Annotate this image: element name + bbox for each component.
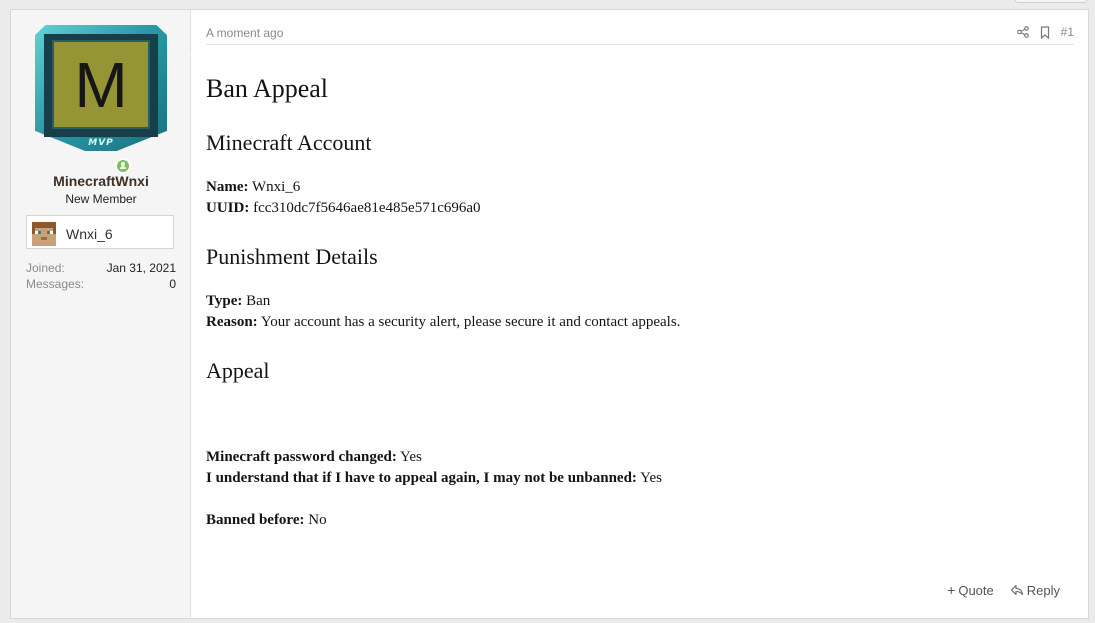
username[interactable]: MinecraftWnxi xyxy=(11,173,191,189)
post-container: M MVP MinecraftWnxi New Member Wnxi_6 Jo… xyxy=(10,9,1089,619)
minecraft-name: Wnxi_6 xyxy=(66,226,113,242)
type-line: Type: Ban xyxy=(206,293,271,309)
post-actions: + Quote Reply xyxy=(947,582,1060,598)
avatar[interactable]: M MVP xyxy=(35,25,167,174)
quote-button[interactable]: + Quote xyxy=(947,582,994,598)
rank-badge: MVP xyxy=(88,138,114,148)
password-line: Minecraft password changed: Yes xyxy=(206,449,422,465)
avatar-letter: M xyxy=(52,40,150,129)
section-punishment-details: Punishment Details xyxy=(206,244,378,269)
reason-line: Reason: Your account has a security aler… xyxy=(206,314,681,330)
user-sidebar: M MVP MinecraftWnxi New Member Wnxi_6 Jo… xyxy=(11,10,191,618)
post-meta: A moment ago #1 xyxy=(206,25,1074,45)
top-button[interactable] xyxy=(1015,0,1087,3)
post-arrow xyxy=(190,45,200,65)
stat-joined: Joined: Jan 31, 2021 xyxy=(26,261,176,275)
reply-button[interactable]: Reply xyxy=(1010,582,1060,598)
player-head-icon xyxy=(32,222,56,246)
uuid-line: UUID: fcc310dc7f5646ae81e485e571c696a0 xyxy=(206,200,481,216)
banned-before-line: Banned before: No xyxy=(206,512,327,528)
user-title: New Member xyxy=(65,192,137,206)
reply-icon xyxy=(1010,584,1023,596)
section-appeal: Appeal xyxy=(206,358,270,383)
post-time[interactable]: A moment ago xyxy=(206,26,283,40)
understand-line: I understand that if I have to appeal ag… xyxy=(206,470,662,486)
minecraft-account-box: Wnxi_6 xyxy=(26,215,174,249)
share-icon[interactable] xyxy=(1016,26,1029,38)
post-heading: Ban Appeal xyxy=(206,74,329,103)
post-number-link[interactable]: #1 xyxy=(1061,25,1074,39)
user-stats: Joined: Jan 31, 2021 Messages: 0 xyxy=(26,260,176,292)
section-minecraft-account: Minecraft Account xyxy=(206,130,372,155)
plus-icon: + xyxy=(947,582,956,598)
bookmark-icon[interactable] xyxy=(1039,25,1051,39)
post-main: A moment ago #1 Ban Appeal Minecraft Acc… xyxy=(206,10,1076,618)
name-line: Name: Wnxi_6 xyxy=(206,179,301,195)
stat-messages: Messages: 0 xyxy=(26,277,176,291)
online-status-icon xyxy=(115,158,131,174)
